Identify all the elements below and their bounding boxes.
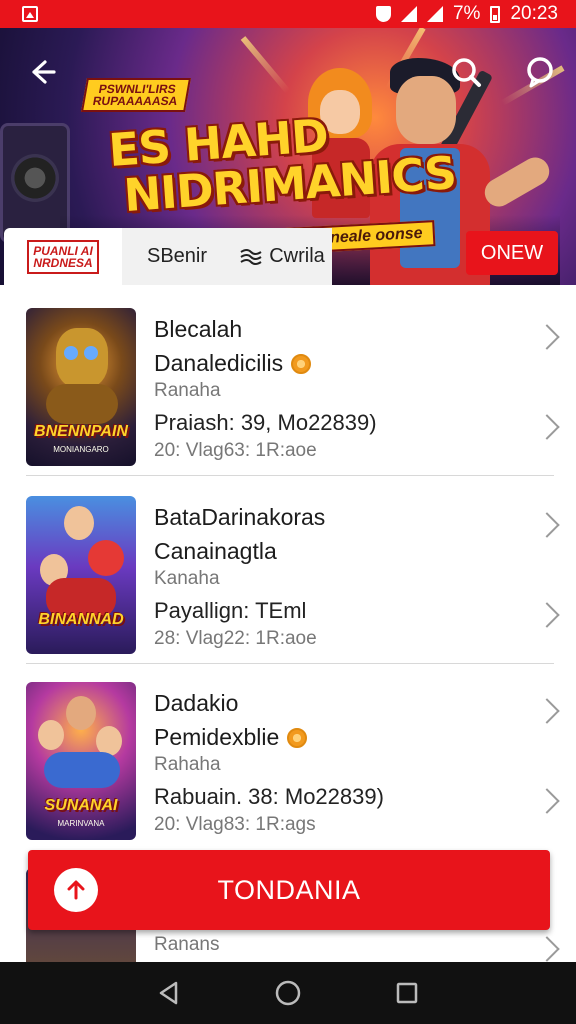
item-detail: Rabuain. 38: Mo22839): [154, 784, 384, 809]
item-subtitle: Canainagtla: [154, 538, 277, 565]
search-icon: [452, 58, 481, 87]
hero-title: ES HAHD NIDRIMANICS: [107, 104, 458, 222]
thumbnail-caption: SUNANAI: [44, 797, 118, 814]
back-arrow-icon: [32, 60, 56, 84]
item-detail: Payallign: TEml: [154, 598, 307, 623]
triangle-back-icon: [160, 981, 178, 1005]
tab-third-label: Cwrila: [269, 245, 325, 267]
search-button[interactable]: [444, 50, 488, 94]
item-meta: Rahaha: [154, 754, 221, 775]
item-title: Dadakio: [154, 690, 239, 716]
hero-banner: PSWNLI'LIRS RUPAAAAASA ES HAHD NIDRIMANI…: [0, 28, 576, 285]
coin-icon: [287, 727, 308, 748]
category-tabs: PUANLI AI NRDNESA SBenir Cwrila ONEW: [0, 228, 576, 285]
coin-icon: [291, 353, 312, 374]
nav-back-button[interactable]: [149, 973, 189, 1013]
game-logo-badge: PSWNLI'LIRS RUPAAAAASA: [81, 78, 192, 112]
chevron-right-icon[interactable]: [534, 512, 560, 538]
tab-logo-line2: NRDNESA: [33, 255, 93, 270]
list-item[interactable]: BNENNPAIN MONIANGARO Blecalah Danaledici…: [0, 290, 576, 476]
item-subtitle: Danaledicilis: [154, 350, 312, 377]
item-title: BataDarinakoras: [154, 504, 326, 530]
status-indicators: 7% 20:23: [375, 3, 558, 25]
logo-badge-line2: RUPAAAAASA: [91, 94, 179, 108]
security-icon: [375, 6, 391, 22]
item-date: 20: Vlag83: 1R:ags: [154, 814, 316, 835]
primary-action-button[interactable]: TONDANIA: [28, 850, 550, 930]
chat-icon: [527, 57, 553, 88]
item-subtitle-text: Pemidexblie: [154, 724, 280, 750]
thumbnail-caption: BINANNAD: [38, 611, 124, 628]
tab-third[interactable]: Cwrila: [232, 228, 332, 285]
item-thumbnail: BNENNPAIN MONIANGARO: [26, 308, 136, 466]
item-thumbnail: BINANNAD: [26, 496, 136, 654]
divider: [26, 475, 554, 476]
item-date: 28: Vlag22: 1R:aoe: [154, 628, 317, 649]
item-meta: Ranaha: [154, 380, 221, 401]
square-recents-icon: [396, 982, 417, 1004]
circle-home-icon: [275, 980, 301, 1006]
system-nav-bar: [0, 962, 576, 1024]
thumbnail-caption: BNENNPAIN: [34, 423, 128, 440]
list-item[interactable]: SUNANAI MARINVANA Dadakio Pemidexblie Ra…: [0, 664, 576, 850]
chat-button[interactable]: [518, 50, 562, 94]
item-subtitle-text: Danaledicilis: [154, 350, 284, 376]
light-ray: [240, 36, 291, 94]
tab-featured[interactable]: PUANLI AI NRDNESA: [4, 228, 122, 285]
chevron-right-icon[interactable]: [534, 602, 560, 628]
chevron-right-icon[interactable]: [534, 414, 560, 440]
new-button[interactable]: ONEW: [466, 231, 558, 275]
nav-home-button[interactable]: [268, 973, 308, 1013]
tab-featured-logo: PUANLI AI NRDNESA: [27, 239, 99, 274]
back-button[interactable]: [22, 52, 62, 92]
chevron-right-icon[interactable]: [534, 936, 560, 962]
chevron-right-icon[interactable]: [534, 698, 560, 724]
tab-logo-line1: PUANLI AI: [33, 243, 93, 258]
item-detail: Praiash: 39, Mo22839): [154, 410, 377, 435]
item-thumbnail: SUNANAI MARINVANA: [26, 682, 136, 840]
item-subtitle-text: Canainagtla: [154, 538, 277, 564]
nav-recents-button[interactable]: [387, 973, 427, 1013]
clock: 20:23: [510, 3, 558, 24]
item-title: Blecalah: [154, 316, 243, 342]
signal-icon: [400, 6, 417, 22]
battery-percent: 7%: [452, 3, 481, 24]
wave-icon: [240, 248, 262, 265]
app-notification-icon: [22, 6, 38, 22]
tab-second[interactable]: SBenir: [122, 228, 232, 285]
item-date: 20: Vlag63: 1R:aoe: [154, 440, 317, 461]
chevron-right-icon[interactable]: [534, 324, 560, 350]
thumbnail-subcaption: MONIANGARO: [53, 445, 109, 454]
thumbnail-subcaption: MARINVANA: [57, 819, 105, 828]
tab-second-label: SBenir: [146, 245, 208, 267]
battery-icon: [490, 5, 501, 23]
item-meta: Ranans: [154, 934, 220, 955]
chevron-right-icon[interactable]: [534, 788, 560, 814]
status-bar: 7% 20:23: [0, 0, 576, 28]
item-meta: Kanaha: [154, 568, 220, 589]
list-item[interactable]: BINANNAD BataDarinakoras Canainagtla Kan…: [0, 478, 576, 664]
signal-icon-2: [426, 6, 443, 22]
item-subtitle: Pemidexblie: [154, 724, 308, 751]
primary-action-label: TONDANIA: [217, 874, 361, 905]
